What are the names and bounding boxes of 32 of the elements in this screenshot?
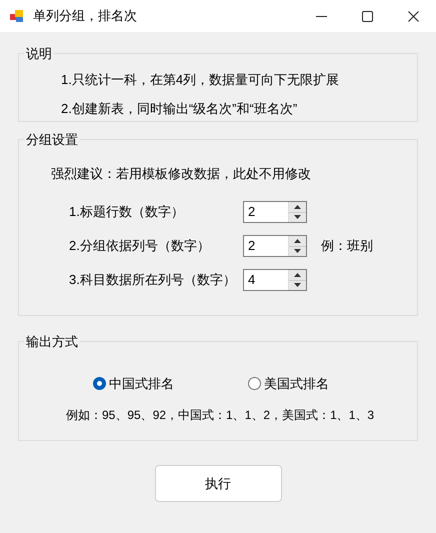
maximize-icon xyxy=(362,10,372,22)
number-spinner[interactable]: 2 xyxy=(243,201,307,223)
up-arrow-icon xyxy=(294,272,301,277)
group-title: 分组设置 xyxy=(25,131,79,149)
field-label: 1.标题行数（数字） xyxy=(69,203,185,222)
close-icon xyxy=(408,10,418,22)
down-arrow-icon xyxy=(294,215,301,220)
spin-up-button[interactable] xyxy=(289,236,306,246)
app-icon xyxy=(10,9,24,23)
radio-selected-icon xyxy=(93,376,106,390)
field-label: 2.分组依据列号（数字） xyxy=(69,237,211,256)
window-title: 单列分组，排名次 xyxy=(33,7,137,26)
note-text: 2.创建新表，同时输出“级名次”和“班名次” xyxy=(61,100,298,118)
field-label: 3.科目数据所在列号（数字） xyxy=(69,271,237,290)
group-title: 说明 xyxy=(25,45,53,63)
down-arrow-icon xyxy=(294,249,301,254)
group-title: 输出方式 xyxy=(25,333,79,351)
note-text: 1.只统计一科，在第4列，数据量可向下无限扩展 xyxy=(61,70,340,88)
hint-text: 例：班别 xyxy=(321,237,373,256)
spin-up-button[interactable] xyxy=(289,270,306,280)
radio-icon xyxy=(248,376,261,390)
radio-option[interactable]: 美国式排名 xyxy=(248,374,329,393)
down-arrow-icon xyxy=(294,283,301,288)
execute-button[interactable]: 执行 xyxy=(154,465,282,502)
advice-text: 强烈建议：若用模板修改数据，此处不用修改 xyxy=(51,166,311,180)
spin-up-button[interactable] xyxy=(289,202,306,212)
example-text: 例如：95、95、92，中国式：1、1、2，美国式：1、1、3 xyxy=(66,408,374,422)
up-arrow-icon xyxy=(294,238,301,243)
number-spinner[interactable]: 2 xyxy=(243,235,307,257)
number-spinner[interactable]: 4 xyxy=(243,269,307,291)
radio-option[interactable]: 中国式排名 xyxy=(93,374,248,393)
up-arrow-icon xyxy=(294,204,301,209)
